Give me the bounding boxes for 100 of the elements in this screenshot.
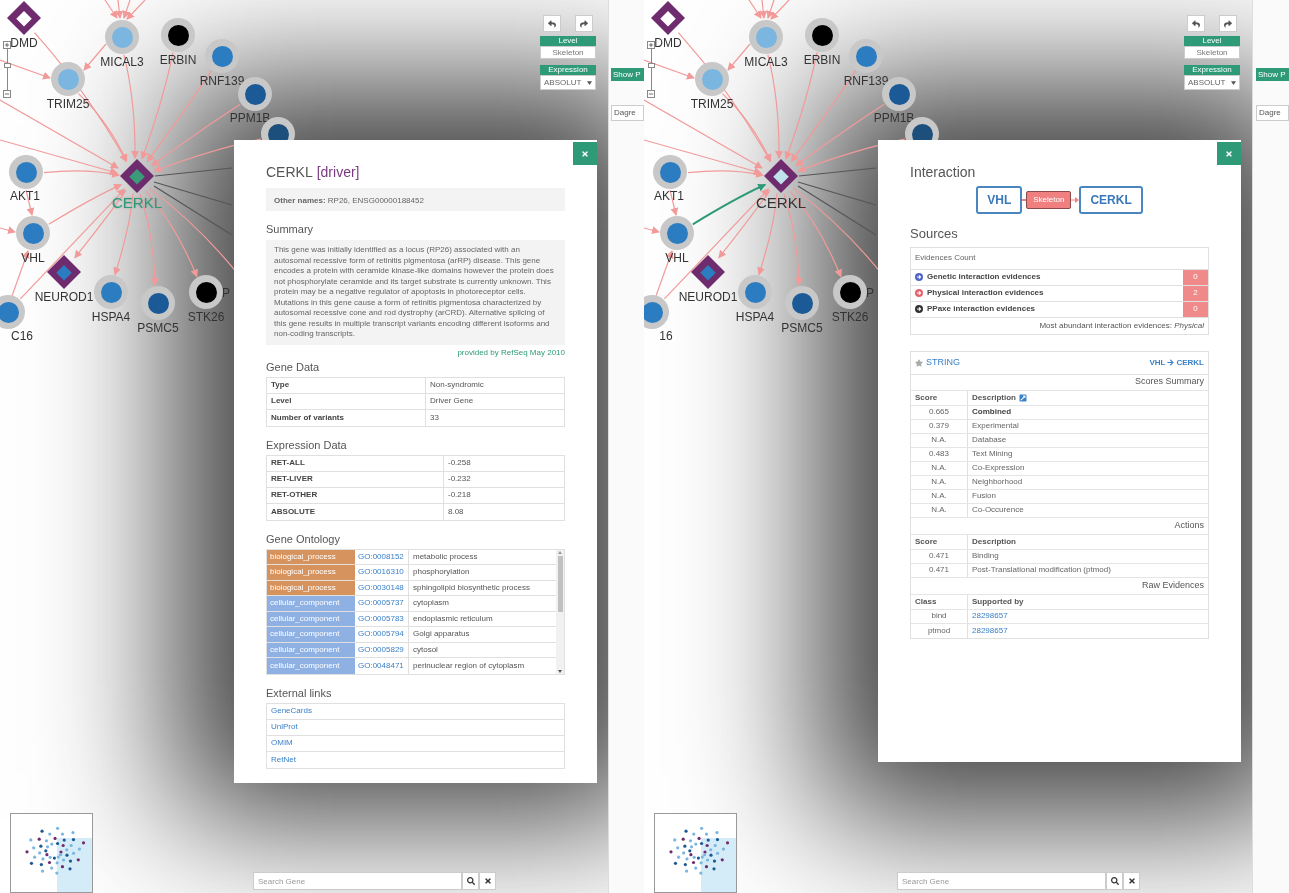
node-label: RNF139 [843,75,889,87]
node-label: P [866,287,874,299]
node-label: ERBIN [159,54,197,66]
node-label: STK26 [831,311,869,323]
section-heading: Summary [266,223,315,236]
pair-target: CERKL [1176,356,1204,369]
table-cell: Type [267,377,426,393]
table-cell: RET-LIVER [267,471,444,487]
panel-title: STRING [926,355,960,369]
node-label: HSPA4 [91,311,131,323]
node-label: CERKL [756,195,806,210]
relation-pill: Skeleton [1026,191,1072,209]
evidence-label: Genetic interaction evidences [927,271,1041,283]
panel-header: Level [1184,36,1240,46]
table-cell-text: -0.232 [447,473,472,485]
node-label: AKT1 [654,190,684,202]
table-cell: Class [911,594,968,609]
section-heading: Gene Data [266,360,321,374]
modal-title: Interaction [910,164,977,180]
pair-source: VHL [1149,356,1166,369]
abundance-note: Most abundant interaction evidences: Physical [1039,319,1204,332]
category-cell: biological_process [267,565,355,580]
table-cell-text: Fusion [971,490,997,502]
node-label: RNF139 [199,75,245,87]
node-label: DMD [654,37,682,49]
section-heading: External links [266,686,333,700]
node-label: MICAL3 [100,56,144,68]
table-cell-text: 33 [429,411,440,424]
node-label: DMD [10,37,38,49]
node-label: VHL [21,252,45,264]
gene-level-tag: [driver] [316,164,360,180]
column-header: Description [972,535,1016,548]
panel-header: Expression [540,65,596,75]
column-header: Description [972,391,1016,404]
node-label: PPM1B [873,112,915,124]
node-label: NEUROD1 [678,291,738,303]
source-note: provided by RefSeq May 2010 [457,346,565,359]
table-cell-text: phosphorylation [412,566,471,579]
table-heading: Scores Summary [1134,375,1204,389]
table-cell-text: Non-syndromic [429,379,485,391]
table-cell-text: Co-Expression [971,462,1026,474]
node-label: CERKL [112,195,162,210]
table-cell-text: Experimental [971,420,1020,432]
section-heading: Gene Ontology [266,532,341,546]
table-cell-text: perinuclear region of cytoplasm [412,659,526,672]
other-names-text: Other names: RP26, ENSG00000188452 [274,196,424,205]
table-cell: RET-ALL [267,455,444,471]
column-header: Supported by [972,595,1024,608]
table-cell-text: sphingolipid biosynthetic process [412,581,531,594]
table-cell: 0.471 [911,563,968,577]
table-cell-text: Text Mining [971,448,1014,460]
table-cell: Score [911,534,968,549]
table-cell-text: Co-Occurence [971,504,1025,516]
panel-header: Level [540,36,596,46]
section-heading: Sources [910,225,959,243]
node-label: AKT1 [10,190,40,202]
category-cell: cellular_component [267,627,355,642]
table-cell-text: Binding [971,550,1000,562]
node-label: NEUROD1 [34,291,94,303]
node-label: 16 [659,330,673,342]
node-label: C16 [11,330,33,342]
table-heading: Actions [1174,518,1204,532]
table-cell-text: Driver Gene [429,395,475,407]
node-label: MICAL3 [744,56,788,68]
table-cell: N.A. [911,461,968,475]
node-label: TRIM25 [690,98,734,110]
table-cell: bind [911,609,968,623]
table-cell-text: -0.258 [447,457,472,469]
table-cell-text: metabolic process [412,550,479,563]
table-cell-text: Database [971,434,1008,446]
table-cell-text: cytoplasm [412,597,450,610]
table-cell: N.A. [911,433,968,447]
node-label: VHL [665,252,689,264]
table-cell: ptmod [911,623,968,638]
node-label: STK26 [187,311,225,323]
table-cell-text: Post-Translational modification (ptmod) [971,564,1112,576]
table-heading: Raw Evidences [1141,578,1204,592]
node-label: TRIM25 [46,98,90,110]
table-cell: 0.379 [911,419,968,433]
table-cell: N.A. [911,489,968,503]
category-cell: biological_process [267,549,355,564]
gene-title: CERKL [266,164,313,180]
category-cell: cellular_component [267,596,355,611]
table-cell-text: Combined [971,406,1013,418]
table-cell: ABSOLUTE [267,503,444,520]
table-cell-text: endoplasmic reticulum [412,612,494,625]
table-cell-text: -0.218 [447,489,472,501]
node-label: HSPA4 [735,311,775,323]
table-cell-text: 8.08 [447,505,465,518]
evidence-label: PPaxe interaction evidences [927,303,1036,315]
table-cell: Level [267,393,426,409]
table-cell: Number of variants [267,409,426,426]
table-cell: 0.483 [911,447,968,461]
node-label: PSMC5 [137,322,179,334]
category-cell: cellular_component [267,658,355,674]
node-label: PSMC5 [781,322,823,334]
summary-text: This gene was initially identified as a locus (RP26) associated with an autosomal recessive form of retinitis pigmentosa (arRP) disease. This gene encodes a protein with ceramide kinase-like domains however the protein does not phosphorylate ceramide and its target substrate is currently unknown. This protein may be a negative regulator of apoptosis in photoreceptor cells. Mutations in this gene cause a form of retinitis pigmentosa characterized by autosomal recessive cone and rod dystrophy (arCRD). Alternative splicing of this gene results in multiple transcript variants encoding different isoforms and non-coding transcripts. [274,245,555,340]
node-label: PPM1B [229,112,271,124]
table-cell: RET-OTHER [267,487,444,503]
table-cell-text: Neighborhood [971,476,1024,488]
